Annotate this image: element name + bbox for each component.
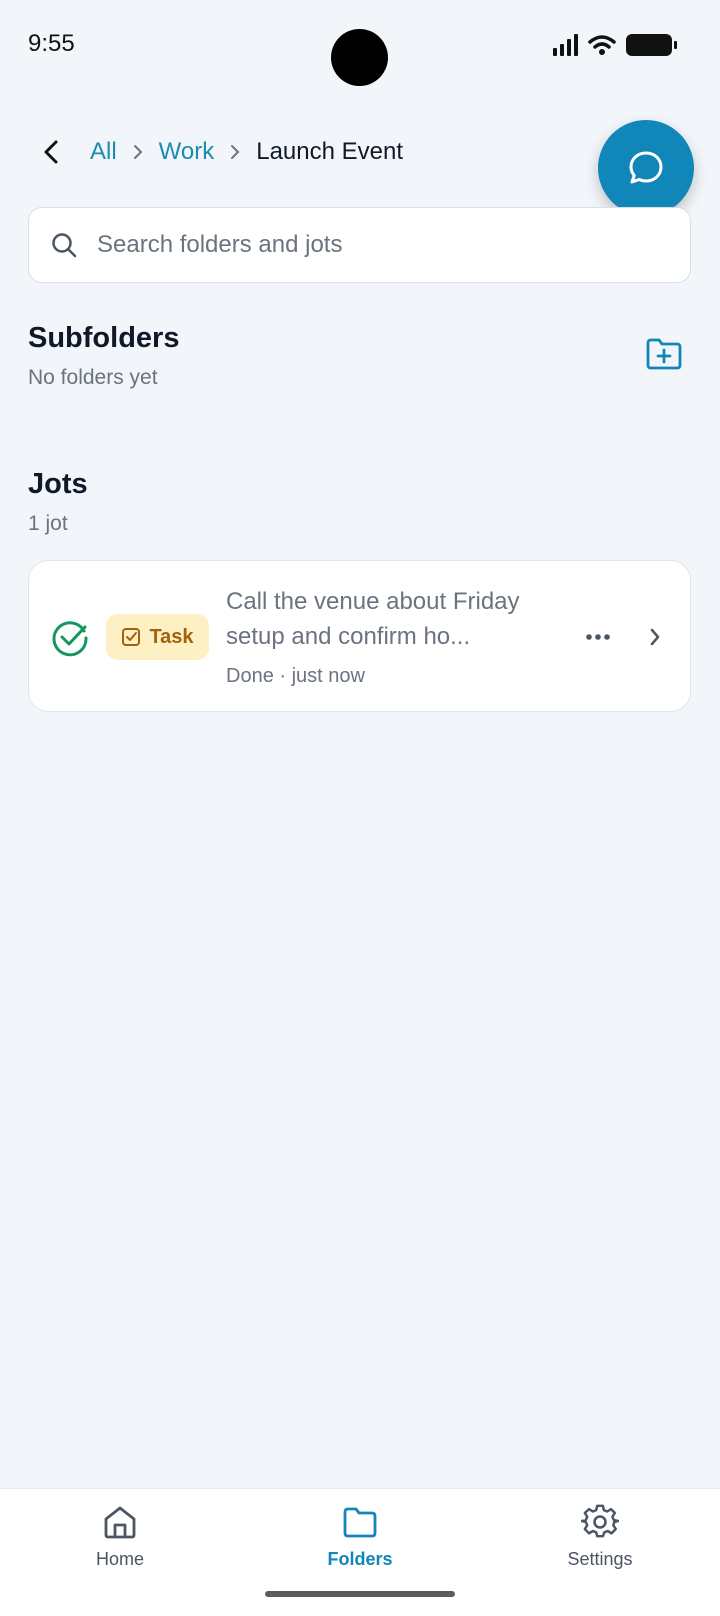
status-bar: 9:55	[0, 0, 720, 100]
battery-icon	[626, 34, 677, 56]
status-icons	[553, 34, 677, 56]
add-folder-button[interactable]	[644, 334, 684, 374]
nav-settings-label: Settings	[567, 1549, 633, 1569]
chevron-right-icon	[650, 628, 660, 646]
jot-title: Call the venue about Friday setup and co…	[226, 588, 520, 650]
chevron-left-icon	[44, 140, 58, 164]
chat-button[interactable]	[598, 120, 694, 216]
nav-home[interactable]: Home	[50, 1503, 190, 1583]
task-badge: Task	[106, 614, 209, 660]
home-indicator	[265, 1591, 455, 1597]
breadcrumb-all[interactable]: All	[90, 138, 117, 166]
chevron-right-icon	[230, 144, 240, 160]
nav-home-label: Home	[95, 1549, 144, 1569]
jot-card[interactable]: Task Call the venue about Friday setup a…	[28, 560, 691, 712]
search-icon	[52, 233, 77, 258]
signal-icon	[553, 34, 578, 56]
search-input[interactable]	[97, 231, 657, 259]
nav-settings[interactable]: Settings	[530, 1503, 670, 1583]
breadcrumb-current: Launch Event	[256, 138, 404, 165]
nav-folders-label: Folders	[327, 1549, 393, 1569]
home-icon	[104, 1506, 136, 1539]
folder-icon	[343, 1507, 377, 1538]
wifi-icon	[588, 35, 616, 55]
camera-cutout	[331, 29, 388, 86]
chevron-right-icon	[133, 144, 143, 160]
search-bar	[28, 207, 691, 283]
checkbox-icon	[122, 628, 141, 646]
status-time: 9:55	[28, 30, 75, 57]
subfolders-subtitle: No folders yet	[28, 366, 158, 389]
check-circle-icon[interactable]	[51, 619, 89, 657]
chat-bubble-icon	[629, 151, 663, 184]
more-horizontal-icon	[586, 634, 610, 640]
breadcrumb: All Work Launch Event	[42, 132, 403, 172]
breadcrumb-work[interactable]: Work	[159, 138, 215, 166]
jots-count: 1 jot	[28, 512, 68, 535]
gear-icon	[581, 1504, 619, 1538]
jots-title: Jots	[28, 468, 88, 500]
task-badge-label: Task	[149, 625, 194, 648]
nav-folders[interactable]: Folders	[290, 1503, 430, 1583]
jot-meta: Done · just now	[226, 665, 365, 687]
folder-plus-icon	[646, 338, 682, 370]
more-options-button[interactable]	[581, 623, 615, 651]
open-jot-button[interactable]	[641, 623, 669, 651]
subfolders-title: Subfolders	[28, 322, 180, 354]
back-button[interactable]	[42, 132, 72, 172]
